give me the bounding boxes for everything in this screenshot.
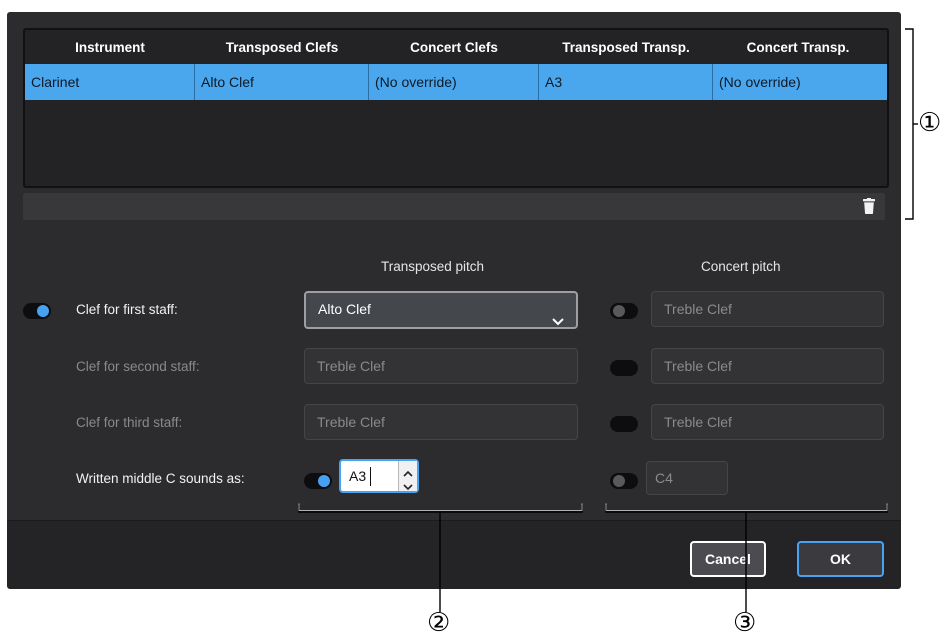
callout-2: ② (427, 608, 451, 638)
callout-brackets (298, 28, 918, 612)
callout-3: ③ (733, 608, 757, 638)
callout-1: ① (918, 108, 942, 138)
